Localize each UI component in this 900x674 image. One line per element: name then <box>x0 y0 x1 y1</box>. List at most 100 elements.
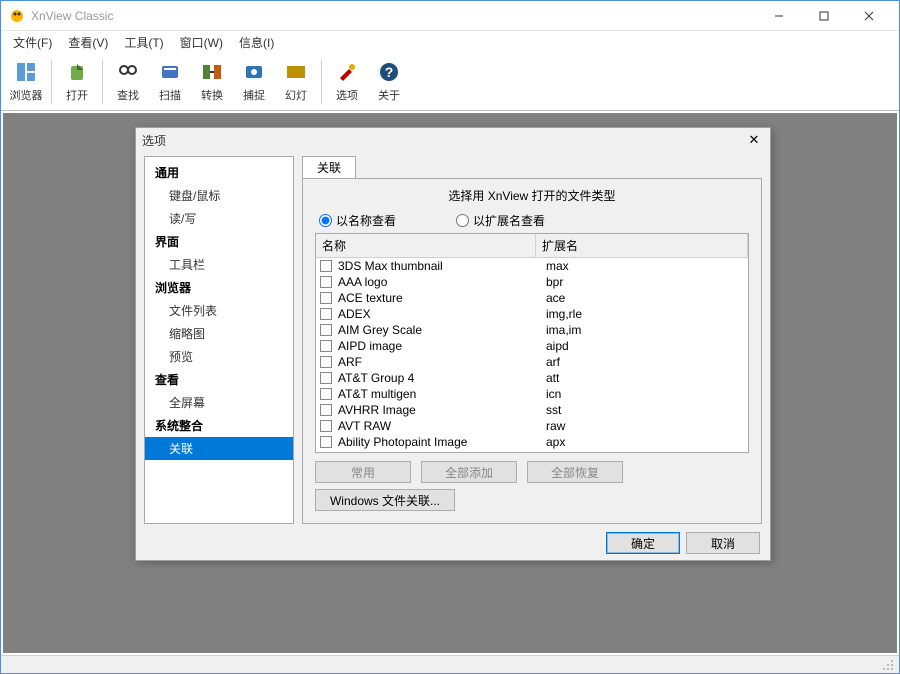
dialog-title: 选项 <box>142 132 744 149</box>
menu-info[interactable]: 信息(I) <box>231 32 282 53</box>
resize-grip-icon[interactable] <box>881 658 895 672</box>
column-ext[interactable]: 扩展名 <box>536 234 748 257</box>
file-type-list[interactable]: 名称 扩展名 3DS Max thumbnailmaxAAA logobprAC… <box>315 233 749 453</box>
dialog-close-button[interactable]: ✕ <box>744 131 764 149</box>
radio-by-ext[interactable]: 以扩展名查看 <box>456 212 545 229</box>
menu-tools[interactable]: 工具(T) <box>116 32 171 53</box>
common-button[interactable]: 常用 <box>315 461 411 483</box>
toolbar-slideshow[interactable]: 幻灯 <box>275 55 317 109</box>
list-item[interactable]: AVT RAWraw <box>316 418 748 434</box>
tree-category-interface[interactable]: 界面 <box>145 230 293 253</box>
item-ext: att <box>546 371 744 385</box>
cancel-button[interactable]: 取消 <box>686 532 760 554</box>
list-item[interactable]: ARFarf <box>316 354 748 370</box>
checkbox[interactable] <box>320 276 332 288</box>
radio-by-ext-input[interactable] <box>456 214 469 227</box>
options-tree[interactable]: 通用 键盘/鼠标 读/写 界面 工具栏 浏览器 文件列表 缩略图 预览 查看 全… <box>144 156 294 524</box>
maximize-button[interactable] <box>801 2 846 30</box>
item-ext: apx <box>546 435 744 449</box>
item-ext: icn <box>546 387 744 401</box>
list-rows[interactable]: 3DS Max thumbnailmaxAAA logobprACE textu… <box>316 258 748 452</box>
item-name: AT&T multigen <box>338 387 546 401</box>
tree-item-preview[interactable]: 预览 <box>145 345 293 368</box>
tree-item-file-list[interactable]: 文件列表 <box>145 299 293 322</box>
item-name: AVHRR Image <box>338 403 546 417</box>
checkbox[interactable] <box>320 324 332 336</box>
toolbar-convert[interactable]: 转换 <box>191 55 233 109</box>
item-ext: sst <box>546 403 744 417</box>
list-item[interactable]: AVHRR Imagesst <box>316 402 748 418</box>
toolbar-options[interactable]: 选项 <box>326 55 368 109</box>
minimize-button[interactable] <box>756 2 801 30</box>
tree-item-read-write[interactable]: 读/写 <box>145 207 293 230</box>
checkbox[interactable] <box>320 260 332 272</box>
checkbox[interactable] <box>320 356 332 368</box>
list-item[interactable]: Ability Photopaint Imageapx <box>316 434 748 450</box>
dialog-footer: 确定 取消 <box>606 532 760 554</box>
checkbox[interactable] <box>320 404 332 416</box>
list-item[interactable]: AT&T Group 4att <box>316 370 748 386</box>
item-ext: ace <box>546 291 744 305</box>
list-item[interactable]: 3DS Max thumbnailmax <box>316 258 748 274</box>
status-bar <box>1 655 899 673</box>
capture-icon <box>242 60 266 84</box>
checkbox[interactable] <box>320 372 332 384</box>
tree-category-view[interactable]: 查看 <box>145 368 293 391</box>
checkbox[interactable] <box>320 388 332 400</box>
toolbar-browser[interactable]: 浏览器 <box>5 55 47 109</box>
menu-file[interactable]: 文件(F) <box>5 32 60 53</box>
radio-by-name[interactable]: 以名称查看 <box>319 212 396 229</box>
menu-window[interactable]: 窗口(W) <box>172 32 231 53</box>
column-name[interactable]: 名称 <box>316 234 536 257</box>
item-name: ACE texture <box>338 291 546 305</box>
close-button[interactable] <box>846 2 891 30</box>
find-icon <box>116 60 140 84</box>
item-name: ADEX <box>338 307 546 321</box>
checkbox[interactable] <box>320 308 332 320</box>
tab-associations[interactable]: 关联 <box>302 156 356 178</box>
list-item[interactable]: ACE textureace <box>316 290 748 306</box>
ok-button[interactable]: 确定 <box>606 532 680 554</box>
toolbar-scan[interactable]: 扫描 <box>149 55 191 109</box>
form-panel: 关联 选择用 XnView 打开的文件类型 以名称查看 以扩展名查看 名称 扩展… <box>302 156 762 524</box>
tree-category-browser[interactable]: 浏览器 <box>145 276 293 299</box>
list-item[interactable]: AIPD imageaipd <box>316 338 748 354</box>
item-ext: aipd <box>546 339 744 353</box>
list-header: 名称 扩展名 <box>316 234 748 258</box>
tree-category-system-integration[interactable]: 系统整合 <box>145 414 293 437</box>
list-item[interactable]: AAA logobpr <box>316 274 748 290</box>
checkbox[interactable] <box>320 436 332 448</box>
add-all-button[interactable]: 全部添加 <box>421 461 517 483</box>
dialog-title-bar[interactable]: 选项 ✕ <box>136 128 770 152</box>
tree-category-general[interactable]: 通用 <box>145 161 293 184</box>
toolbar-find[interactable]: 查找 <box>107 55 149 109</box>
options-dialog: 选项 ✕ 通用 键盘/鼠标 读/写 界面 工具栏 浏览器 文件列表 缩略图 预览… <box>135 127 771 561</box>
options-icon <box>335 60 359 84</box>
toolbar-label: 查找 <box>117 87 139 103</box>
menu-view[interactable]: 查看(V) <box>60 32 116 53</box>
tree-item-keyboard-mouse[interactable]: 键盘/鼠标 <box>145 184 293 207</box>
tree-item-thumbnails[interactable]: 缩略图 <box>145 322 293 345</box>
item-name: AT&T Group 4 <box>338 371 546 385</box>
list-item[interactable]: AIM Grey Scaleima,im <box>316 322 748 338</box>
toolbar-capture[interactable]: 捕捉 <box>233 55 275 109</box>
tab-strip: 关联 <box>302 156 762 178</box>
checkbox[interactable] <box>320 292 332 304</box>
toolbar-about[interactable]: ? 关于 <box>368 55 410 109</box>
windows-assoc-button[interactable]: Windows 文件关联... <box>315 489 455 511</box>
tree-item-associations[interactable]: 关联 <box>145 437 293 460</box>
item-ext: img,rle <box>546 307 744 321</box>
tab-heading: 选择用 XnView 打开的文件类型 <box>315 187 749 204</box>
list-item[interactable]: AT&T multigenicn <box>316 386 748 402</box>
list-item[interactable]: ADEXimg,rle <box>316 306 748 322</box>
checkbox[interactable] <box>320 420 332 432</box>
tree-item-toolbar[interactable]: 工具栏 <box>145 253 293 276</box>
radio-by-name-input[interactable] <box>319 214 332 227</box>
toolbar-open[interactable]: 打开 <box>56 55 98 109</box>
item-name: AVT RAW <box>338 419 546 433</box>
tree-item-fullscreen[interactable]: 全屏幕 <box>145 391 293 414</box>
checkbox[interactable] <box>320 340 332 352</box>
toolbar-label: 扫描 <box>159 87 181 103</box>
item-name: Ability Photopaint Image <box>338 435 546 449</box>
restore-all-button[interactable]: 全部恢复 <box>527 461 623 483</box>
